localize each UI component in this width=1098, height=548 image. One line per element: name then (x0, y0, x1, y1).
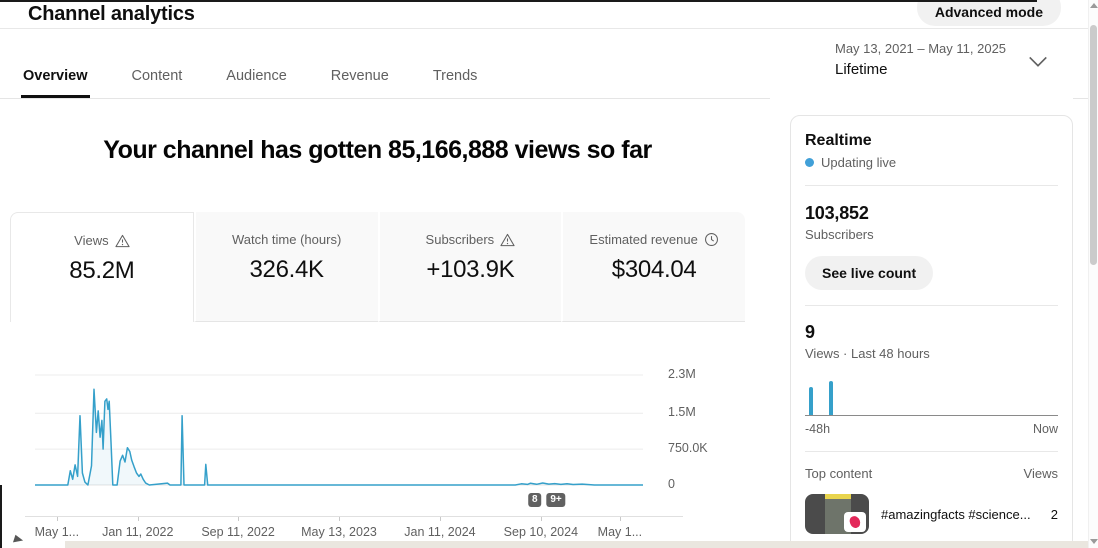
x-tick-label: May 13, 2023 (301, 525, 377, 539)
warning-icon (115, 234, 130, 248)
tab-audience[interactable]: Audience (224, 68, 288, 98)
x-tick-label: May 1... (35, 525, 79, 539)
analytics-chart-card: Views 85.2M Watch time (hours) 326.4K Su… (10, 212, 745, 548)
axis-label-now: Now (1033, 422, 1058, 436)
divider (805, 185, 1058, 186)
metric-tab-subscribers[interactable]: Subscribers +103.9K (378, 212, 562, 322)
divider (805, 451, 1058, 452)
views-headline: Your channel has gotten 85,166,888 views… (10, 136, 745, 165)
line-chart-plot (35, 370, 643, 490)
scroll-down-arrow-icon[interactable] (1090, 539, 1098, 544)
realtime-axis: -48h Now (805, 422, 1058, 436)
metric-label-estimated-revenue: Estimated revenue (589, 232, 697, 247)
x-tick (440, 517, 441, 521)
x-tick (138, 517, 139, 521)
realtime-subscribers-label: Subscribers (805, 227, 1058, 242)
metric-tab-watch-time[interactable]: Watch time (hours) 326.4K (194, 212, 378, 322)
top-content-header: Top content Views (805, 466, 1058, 481)
advanced-mode-button[interactable]: Advanced mode (917, 0, 1061, 26)
metric-tab-views[interactable]: Views 85.2M (10, 212, 194, 322)
date-range-selector[interactable]: May 13, 2021 – May 11, 2025 Lifetime (770, 29, 1073, 99)
divider (805, 305, 1058, 306)
x-tick-label: May 1... (598, 525, 642, 539)
x-tick-label: Jan 11, 2022 (102, 525, 173, 539)
realtime-subscribers-count: 103,852 (805, 203, 1058, 224)
window-border-top (0, 0, 1037, 2)
metric-label-watch-time: Watch time (hours) (232, 232, 341, 247)
realtime-bar-chart (805, 380, 1058, 416)
see-live-count-button[interactable]: See live count (805, 256, 933, 290)
top-content-row[interactable]: #amazingfacts #science... 2 (805, 494, 1058, 534)
x-tick-label: Jan 11, 2024 (404, 525, 475, 539)
metric-label-subscribers: Subscribers (426, 232, 495, 247)
views-line-chart: 2.3M1.5M750.0K0 89+ May 1...Jan 11, 2022… (10, 322, 745, 548)
realtime-status: Updating live (805, 155, 1058, 170)
x-tick (57, 517, 58, 521)
x-tick (620, 517, 621, 521)
updating-live-label: Updating live (821, 155, 896, 170)
date-preset-label: Lifetime (835, 61, 888, 78)
tab-content[interactable]: Content (130, 68, 185, 98)
vertical-scrollbar-thumb[interactable] (1090, 25, 1097, 265)
x-tick (339, 517, 340, 521)
metric-tab-estimated-revenue[interactable]: Estimated revenue $304.04 (561, 212, 745, 322)
x-axis: May 1...Jan 11, 2022Sep 11, 2022May 13, … (25, 516, 683, 517)
vertical-scrollbar[interactable] (1088, 0, 1098, 548)
horizontal-scrollbar[interactable] (65, 541, 1088, 548)
video-title: #amazingfacts #science... (881, 507, 1043, 522)
x-tick (541, 517, 542, 521)
video-views: 2 (1051, 507, 1058, 522)
page-title: Channel analytics (28, 3, 195, 26)
top-content-label: Top content (805, 466, 872, 481)
metric-label-views: Views (74, 233, 108, 248)
youtube-studio-analytics-page: Channel analytics Advanced mode Overview… (0, 0, 1098, 548)
realtime-panel: Realtime Updating live 103,852 Subscribe… (790, 115, 1073, 548)
tab-overview[interactable]: Overview (21, 68, 90, 98)
video-thumbnail[interactable] (805, 494, 869, 534)
tab-trends[interactable]: Trends (431, 68, 480, 98)
views-column-label: Views (1024, 466, 1058, 481)
clock-icon (704, 232, 719, 247)
live-dot-icon (805, 158, 814, 167)
realtime-views-label: Views · Last 48 hours (805, 346, 1058, 361)
publish-marker-badge[interactable]: 8 (528, 493, 542, 507)
y-tick-label: 1.5M (668, 405, 696, 420)
y-axis-labels: 2.3M 1.5M 750.0K 0 (668, 370, 738, 490)
publish-marker-badge[interactable]: 9+ (546, 493, 565, 507)
thumbnail-yellow-bar (825, 494, 851, 499)
metric-tab-strip: Views 85.2M Watch time (hours) 326.4K Su… (10, 212, 745, 322)
scroll-up-arrow-icon[interactable] (1090, 3, 1098, 8)
realtime-bar (829, 381, 833, 415)
metric-value-watch-time: 326.4K (196, 256, 378, 284)
metric-value-subscribers: +103.9K (380, 256, 562, 284)
date-range-text: May 13, 2021 – May 11, 2025 (835, 41, 1006, 56)
metric-value-estimated-revenue: $304.04 (563, 256, 745, 284)
tab-revenue[interactable]: Revenue (329, 68, 391, 98)
y-tick-label: 750.0K (668, 441, 708, 456)
window-border-left (0, 485, 2, 548)
chevron-down-icon[interactable] (1027, 55, 1049, 69)
axis-label-48h: -48h (805, 422, 830, 436)
x-tick-label: Sep 11, 2022 (201, 525, 274, 539)
x-tick (238, 517, 239, 521)
x-tick-label: Sep 10, 2024 (504, 525, 578, 539)
metric-value-views: 85.2M (11, 257, 193, 285)
realtime-views-count: 9 (805, 322, 1058, 343)
realtime-bar (809, 387, 813, 415)
realtime-title: Realtime (805, 132, 1058, 150)
warning-icon (500, 233, 515, 247)
y-tick-label: 0 (668, 477, 675, 492)
y-tick-label: 2.3M (668, 367, 696, 382)
